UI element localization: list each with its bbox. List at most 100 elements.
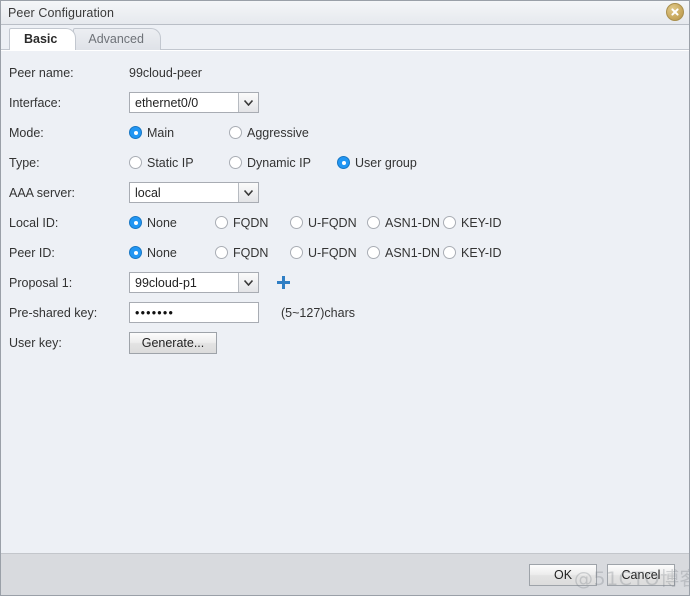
pre-shared-key-field: ••••••• (5~127)chars bbox=[129, 302, 355, 323]
peer-id-option-u-fqdn-label: U-FQDN bbox=[308, 245, 357, 260]
mode-option-aggressive[interactable]: Aggressive bbox=[229, 126, 309, 140]
peer-id-option-key-id-label: KEY-ID bbox=[461, 245, 502, 260]
mode-option-main-label: Main bbox=[147, 125, 175, 140]
peer-configuration-dialog: Peer Configuration Basic Advanced Peer n… bbox=[0, 0, 690, 596]
interface-label: Interface: bbox=[9, 95, 62, 110]
mode-option-aggressive-label: Aggressive bbox=[247, 125, 309, 140]
type-option-user-group-label: User group bbox=[355, 155, 417, 170]
title-bar: Peer Configuration bbox=[1, 1, 689, 25]
row-mode: Mode: Main Aggressive bbox=[1, 120, 689, 145]
local-id-label: Local ID: bbox=[9, 215, 59, 230]
radio-icon bbox=[290, 246, 303, 259]
radio-icon bbox=[367, 216, 380, 229]
close-x-glyph bbox=[671, 8, 679, 16]
peer-id-option-fqdn-label: FQDN bbox=[233, 245, 269, 260]
tab-strip: Basic Advanced bbox=[1, 25, 689, 51]
peer-id-label: Peer ID: bbox=[9, 245, 55, 260]
mode-option-main[interactable]: Main bbox=[129, 126, 229, 140]
pre-shared-key-label: Pre-shared key: bbox=[9, 305, 98, 320]
pre-shared-key-input[interactable]: ••••••• bbox=[129, 302, 259, 323]
interface-select-value: ethernet0/0 bbox=[135, 95, 199, 110]
type-option-static-ip-label: Static IP bbox=[147, 155, 194, 170]
local-id-option-fqdn[interactable]: FQDN bbox=[215, 216, 290, 230]
generate-button[interactable]: Generate... bbox=[129, 331, 217, 354]
peer-name-label: Peer name: bbox=[9, 65, 74, 80]
local-id-option-asn1-dn[interactable]: ASN1-DN bbox=[367, 216, 443, 230]
radio-icon bbox=[229, 126, 242, 139]
type-option-static-ip[interactable]: Static IP bbox=[129, 156, 229, 170]
chevron-down-glyph bbox=[244, 99, 253, 106]
radio-icon bbox=[229, 156, 242, 169]
chevron-down-icon[interactable] bbox=[238, 183, 258, 202]
ok-button[interactable]: OK bbox=[529, 563, 597, 586]
mode-label: Mode: bbox=[9, 125, 44, 140]
radio-icon bbox=[290, 216, 303, 229]
radio-icon bbox=[129, 216, 142, 229]
type-radio-group: Static IP Dynamic IP User group bbox=[129, 156, 417, 170]
peer-name-field: 99cloud-peer bbox=[129, 66, 202, 80]
type-option-dynamic-ip[interactable]: Dynamic IP bbox=[229, 156, 337, 170]
type-option-user-group[interactable]: User group bbox=[337, 156, 417, 170]
local-id-option-key-id[interactable]: KEY-ID bbox=[443, 216, 502, 230]
plus-glyph bbox=[277, 276, 290, 289]
chevron-down-icon[interactable] bbox=[238, 273, 258, 292]
row-user-key: User key: Generate... bbox=[1, 330, 689, 355]
pre-shared-key-hint: (5~127)chars bbox=[281, 305, 355, 320]
proposal-1-select[interactable]: 99cloud-p1 bbox=[129, 272, 259, 293]
local-id-option-key-id-label: KEY-ID bbox=[461, 215, 502, 230]
peer-name-value: 99cloud-peer bbox=[129, 65, 202, 80]
plus-icon[interactable] bbox=[277, 276, 290, 289]
local-id-option-u-fqdn[interactable]: U-FQDN bbox=[290, 216, 367, 230]
local-id-option-asn1-dn-label: ASN1-DN bbox=[385, 215, 440, 230]
chevron-down-glyph bbox=[244, 279, 253, 286]
mode-radio-group: Main Aggressive bbox=[129, 126, 309, 140]
interface-field: ethernet0/0 bbox=[129, 92, 259, 113]
proposal-1-label: Proposal 1: bbox=[9, 275, 73, 290]
form-body: Peer name: 99cloud-peer Interface: ether… bbox=[1, 50, 689, 553]
chevron-down-icon[interactable] bbox=[238, 93, 258, 112]
window-title: Peer Configuration bbox=[8, 5, 115, 20]
interface-select[interactable]: ethernet0/0 bbox=[129, 92, 259, 113]
row-proposal-1: Proposal 1: 99cloud-p1 bbox=[1, 270, 689, 295]
proposal-1-select-value: 99cloud-p1 bbox=[135, 275, 197, 290]
radio-icon bbox=[443, 246, 456, 259]
cancel-button[interactable]: Cancel bbox=[607, 563, 675, 586]
peer-id-option-u-fqdn[interactable]: U-FQDN bbox=[290, 246, 367, 260]
radio-icon bbox=[367, 246, 380, 259]
radio-icon bbox=[129, 246, 142, 259]
local-id-radio-group: None FQDN U-FQDN ASN1-DN KEY-ID bbox=[129, 216, 502, 230]
local-id-option-none[interactable]: None bbox=[129, 216, 215, 230]
radio-icon bbox=[443, 216, 456, 229]
row-peer-name: Peer name: 99cloud-peer bbox=[1, 60, 689, 85]
radio-icon bbox=[129, 156, 142, 169]
proposal-1-field: 99cloud-p1 bbox=[129, 272, 290, 293]
dialog-footer: OK Cancel bbox=[1, 553, 689, 595]
row-peer-id: Peer ID: None FQDN U-FQDN ASN1-DN KEY-ID bbox=[1, 240, 689, 265]
aaa-server-label: AAA server: bbox=[9, 185, 75, 200]
peer-id-radio-group: None FQDN U-FQDN ASN1-DN KEY-ID bbox=[129, 246, 502, 260]
tab-basic-label: Basic bbox=[24, 32, 58, 46]
local-id-option-none-label: None bbox=[147, 215, 177, 230]
peer-id-option-asn1-dn-label: ASN1-DN bbox=[385, 245, 440, 260]
radio-icon bbox=[129, 126, 142, 139]
row-local-id: Local ID: None FQDN U-FQDN ASN1-DN KEY-I… bbox=[1, 210, 689, 235]
row-aaa-server: AAA server: local bbox=[1, 180, 689, 205]
local-id-option-u-fqdn-label: U-FQDN bbox=[308, 215, 357, 230]
close-icon[interactable] bbox=[666, 3, 684, 21]
peer-id-option-key-id[interactable]: KEY-ID bbox=[443, 246, 502, 260]
type-label: Type: bbox=[9, 155, 40, 170]
radio-icon bbox=[215, 246, 228, 259]
peer-id-option-none-label: None bbox=[147, 245, 177, 260]
tab-advanced[interactable]: Advanced bbox=[73, 28, 161, 50]
peer-id-option-none[interactable]: None bbox=[129, 246, 215, 260]
tab-advanced-label: Advanced bbox=[88, 32, 144, 46]
peer-id-option-asn1-dn[interactable]: ASN1-DN bbox=[367, 246, 443, 260]
aaa-server-select-value: local bbox=[135, 185, 161, 200]
aaa-server-select[interactable]: local bbox=[129, 182, 259, 203]
user-key-label: User key: bbox=[9, 335, 62, 350]
tab-basic[interactable]: Basic bbox=[9, 28, 77, 51]
row-pre-shared-key: Pre-shared key: ••••••• (5~127)chars bbox=[1, 300, 689, 325]
type-option-dynamic-ip-label: Dynamic IP bbox=[247, 155, 311, 170]
local-id-option-fqdn-label: FQDN bbox=[233, 215, 269, 230]
peer-id-option-fqdn[interactable]: FQDN bbox=[215, 246, 290, 260]
